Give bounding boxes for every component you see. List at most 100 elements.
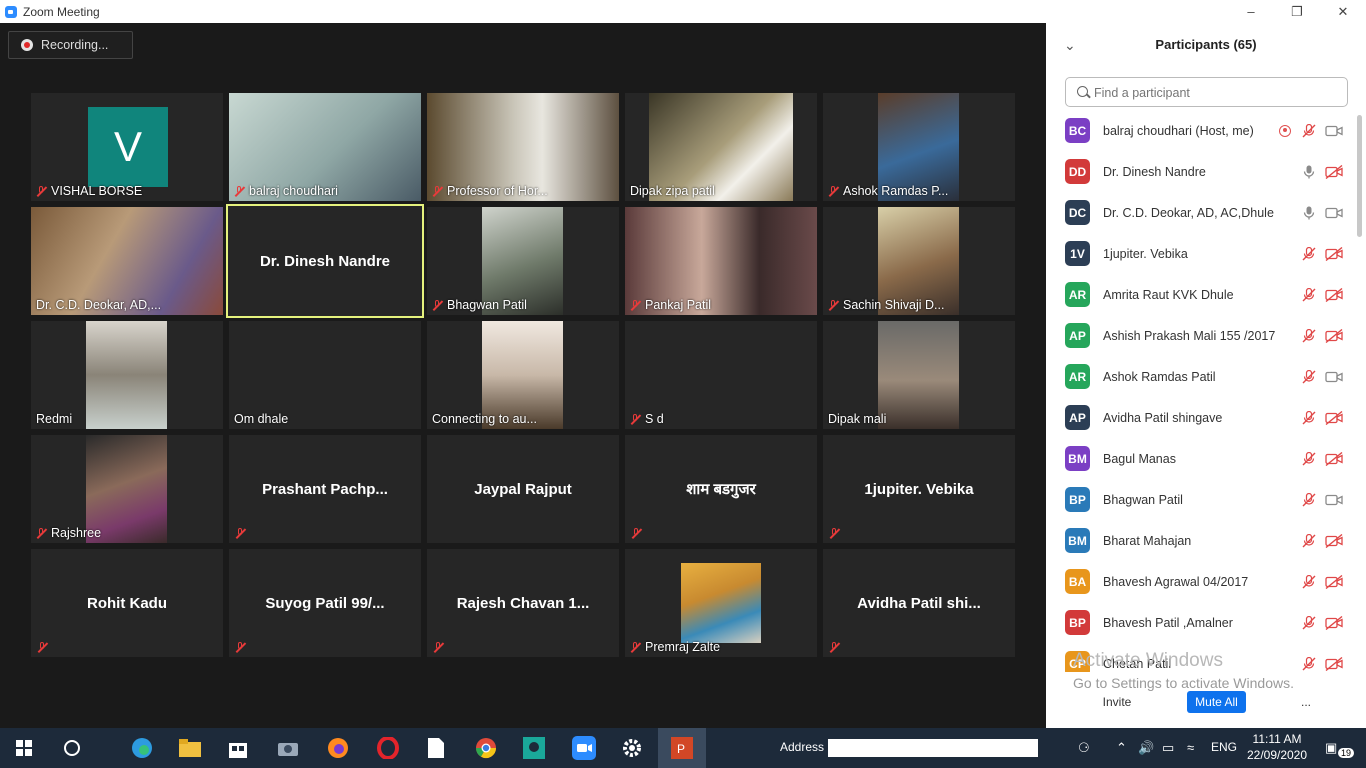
app-icon-green[interactable] [510,728,558,768]
video-camera-icon[interactable] [1325,370,1343,384]
video-tile[interactable]: Professor of Hor... [427,93,619,201]
video-camera-off-icon[interactable] [1325,246,1343,261]
video-camera-off-icon[interactable] [1325,328,1343,343]
wifi-icon[interactable]: ≈ [1187,740,1194,755]
microphone-muted-icon[interactable] [1302,123,1316,138]
restore-button[interactable]: ❐ [1274,0,1320,23]
firefox-icon[interactable] [314,728,362,768]
scrollbar[interactable] [1356,110,1364,672]
edge-icon[interactable] [118,728,166,768]
participant-search[interactable] [1065,77,1348,107]
video-tile[interactable]: Prashant Pachp... [229,435,421,543]
tray-chevron-icon[interactable]: ⌃ [1116,740,1127,756]
video-tile[interactable]: Jaypal Rajput [427,435,619,543]
video-tile[interactable]: S d [625,321,817,429]
video-tile[interactable]: balraj choudhari [229,93,421,201]
video-camera-off-icon[interactable] [1325,615,1343,630]
search-circle-icon[interactable] [48,728,96,768]
video-camera-off-icon[interactable] [1325,164,1343,179]
video-tile[interactable]: Rajshree [31,435,223,543]
video-camera-icon[interactable] [1325,124,1343,138]
people-icon[interactable]: ⚆ [1078,740,1090,756]
file-explorer-icon[interactable] [166,728,214,768]
video-tile[interactable]: Rohit Kadu [31,549,223,657]
settings-gear-icon[interactable] [608,728,656,768]
microphone-muted-icon[interactable] [1302,287,1316,302]
microphone-muted-icon[interactable] [1302,533,1316,548]
video-tile[interactable]: Redmi [31,321,223,429]
chrome-icon[interactable] [462,728,510,768]
participant-row[interactable]: AP Ashish Prakash Mali 155 /2017 [1046,315,1356,356]
microphone-muted-icon[interactable] [1302,451,1316,466]
participant-row[interactable]: DC Dr. C.D. Deokar, AD, AC,Dhule [1046,192,1356,233]
video-tile[interactable]: Om dhale [229,321,421,429]
notification-icon[interactable]: ▣ [1325,740,1337,756]
participant-row[interactable]: AR Amrita Raut KVK Dhule [1046,274,1356,315]
video-tile[interactable]: Dipak zipa patil [625,93,817,201]
microphone-muted-icon[interactable] [1302,369,1316,384]
video-tile[interactable]: Connecting to au... [427,321,619,429]
camera-icon[interactable] [264,728,312,768]
video-tile[interactable]: 1jupiter. Vebika [823,435,1015,543]
video-camera-off-icon[interactable] [1325,410,1343,425]
microphone-icon[interactable] [1302,165,1316,179]
video-tile[interactable]: Dipak mali [823,321,1015,429]
participant-row[interactable]: BM Bharat Mahajan [1046,520,1356,561]
mute-all-button[interactable]: Mute All [1187,691,1246,713]
search-input[interactable] [1092,82,1346,104]
video-camera-off-icon[interactable] [1325,656,1343,671]
microphone-muted-icon[interactable] [1302,410,1316,425]
recording-indicator[interactable]: Recording... [8,31,133,59]
invite-button[interactable]: Invite [1093,691,1141,713]
video-camera-off-icon[interactable] [1325,287,1343,302]
video-tile[interactable]: Avidha Patil shi... [823,549,1015,657]
microphone-muted-icon[interactable] [1302,615,1316,630]
participant-row[interactable]: 1V 1jupiter. Vebika [1046,233,1356,274]
participant-row[interactable]: DD Dr. Dinesh Nandre [1046,151,1356,192]
scrollbar-thumb[interactable] [1357,115,1362,237]
participant-row[interactable]: BP Bhagwan Patil [1046,479,1356,520]
participant-row[interactable]: BP Bhavesh Patil ,Amalner [1046,602,1356,643]
participant-row[interactable]: AP Avidha Patil shingave [1046,397,1356,438]
video-tile[interactable]: V VISHAL BORSE [31,93,223,201]
video-camera-icon[interactable] [1325,493,1343,507]
video-tile[interactable]: Pankaj Patil [625,207,817,315]
opera-icon[interactable] [364,728,412,768]
microphone-muted-icon[interactable] [1302,574,1316,589]
video-tile[interactable]: Bhagwan Patil [427,207,619,315]
start-button[interactable] [0,728,48,768]
microphone-muted-icon[interactable] [1302,656,1316,671]
more-button[interactable]: ... [1294,691,1318,713]
microphone-muted-icon[interactable] [1302,328,1316,343]
address-bar-input[interactable] [828,739,1038,757]
video-tile[interactable]: Ashok Ramdas P... [823,93,1015,201]
microphone-muted-icon[interactable] [1302,492,1316,507]
video-camera-off-icon[interactable] [1325,533,1343,548]
clock[interactable]: 11:11 AM 22/09/2020 [1242,731,1312,763]
microphone-icon[interactable] [1302,206,1316,220]
powerpoint-icon[interactable]: P [658,728,706,768]
video-camera-icon[interactable] [1325,206,1343,220]
participant-row[interactable]: CP Chetan Patil [1046,643,1356,672]
video-tile[interactable]: Suyog Patil 99/... [229,549,421,657]
zoom-icon[interactable] [560,728,608,768]
video-tile[interactable]: शाम बडगुजर [625,435,817,543]
participant-row[interactable]: BM Bagul Manas [1046,438,1356,479]
close-button[interactable]: ✕ [1320,0,1366,23]
video-tile[interactable]: Sachin Shivaji D... [823,207,1015,315]
microphone-muted-icon[interactable] [1302,246,1316,261]
volume-icon[interactable]: 🔊 [1138,740,1154,756]
store-icon[interactable] [214,728,262,768]
video-tile[interactable]: Rajesh Chavan 1... [427,549,619,657]
video-camera-off-icon[interactable] [1325,574,1343,589]
battery-icon[interactable]: ▭ [1162,740,1174,756]
document-icon[interactable] [412,728,460,768]
language-indicator[interactable]: ENG [1211,740,1237,754]
participant-row[interactable]: BC balraj choudhari (Host, me) [1046,110,1356,151]
participant-row[interactable]: BA Bhavesh Agrawal 04/2017 [1046,561,1356,602]
minimize-button[interactable]: – [1228,0,1274,23]
video-tile[interactable]: Premraj Zalte [625,549,817,657]
video-camera-off-icon[interactable] [1325,451,1343,466]
video-tile[interactable]: Dr. C.D. Deokar, AD,... [31,207,223,315]
participant-row[interactable]: AR Ashok Ramdas Patil [1046,356,1356,397]
